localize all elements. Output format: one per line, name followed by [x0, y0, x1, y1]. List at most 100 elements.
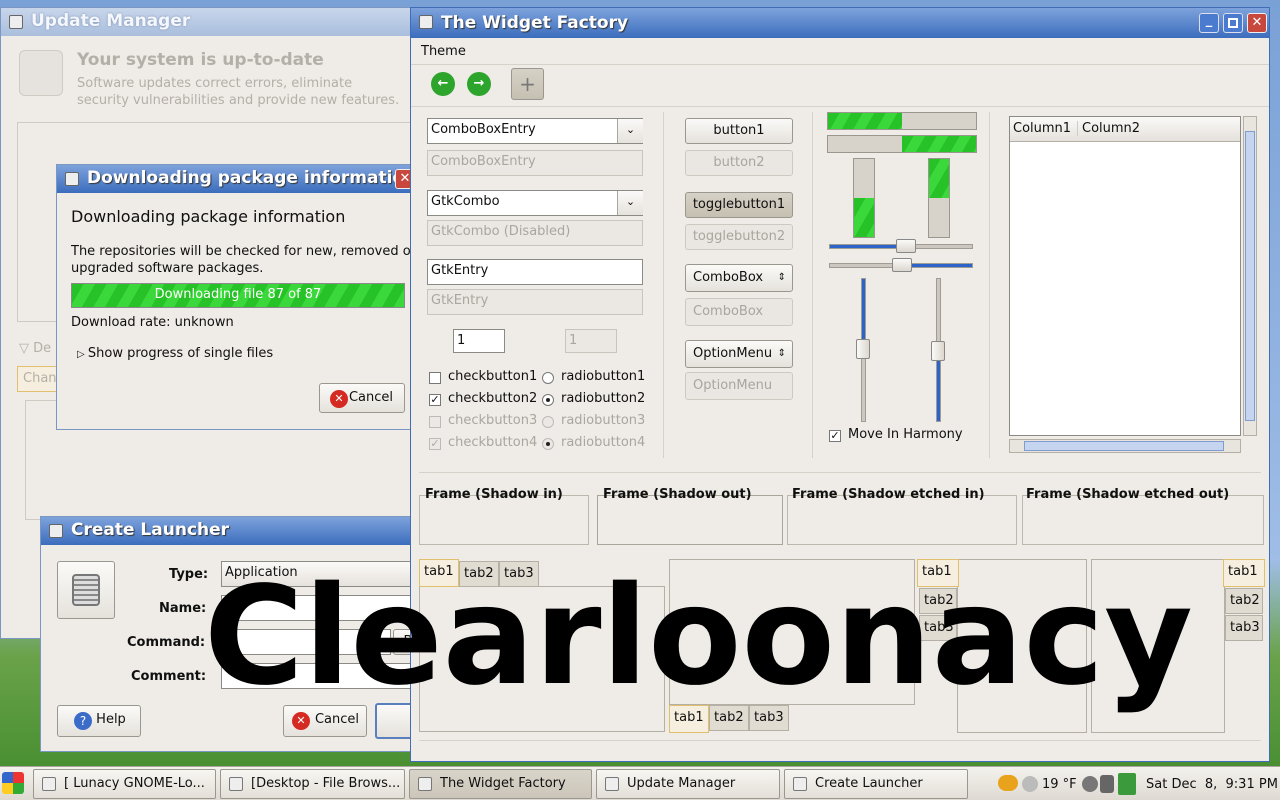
taskbar-item-create-launcher[interactable]: Create Launcher [784, 769, 968, 799]
help-button[interactable]: ? Help [57, 705, 141, 737]
maximize-button[interactable] [1223, 13, 1243, 33]
spinbutton-disabled: 1 [565, 329, 617, 353]
combobox-updown-icon: ⇕ [777, 272, 786, 283]
details-expander[interactable]: ▽ De [19, 341, 51, 356]
download-desc-line2: upgraded software packages. [71, 261, 264, 276]
vscale-2[interactable] [931, 278, 945, 422]
taskbar-item-lunacy[interactable]: [ Lunacy GNOME-Lo... [33, 769, 216, 799]
back-arrow-icon[interactable]: ← [431, 72, 455, 96]
comboboxentry[interactable]: ComboBoxEntry [427, 118, 643, 144]
vscale-1[interactable] [856, 278, 870, 422]
forward-arrow-icon[interactable]: → [467, 72, 491, 96]
vscale-1-slider[interactable] [856, 339, 870, 359]
hscale-2[interactable] [829, 258, 973, 272]
command-label: Command: [127, 635, 206, 650]
tree-view[interactable]: Column1 Column2 [1009, 116, 1241, 436]
progress-horizontal-1-fill [828, 113, 902, 129]
widget-factory-title: The Widget Factory [441, 13, 629, 33]
minimize-button[interactable]: _ [1199, 13, 1219, 33]
notebook-right-tab1[interactable]: tab1 [1223, 559, 1265, 587]
start-menu-icon[interactable] [2, 772, 24, 794]
toolbar-bottom-separator [411, 106, 1269, 107]
radiobutton3-circle [542, 416, 554, 428]
download-progress-bar: Downloading file 87 of 87 [71, 283, 405, 308]
taskbar-item-desktop[interactable]: [Desktop - File Brows... [220, 769, 405, 799]
hscale-2-unfilled [830, 264, 901, 267]
volume-icon[interactable] [1100, 775, 1114, 793]
toolbar-separator [411, 64, 1269, 65]
frame-etched-in [787, 495, 1017, 545]
hscale-2-slider[interactable] [892, 258, 912, 272]
network-icon[interactable] [1082, 776, 1098, 792]
window-menu-icon[interactable] [419, 15, 433, 29]
overlay-watermark-text: Clearloonacy [204, 558, 1193, 716]
keys-icon[interactable] [998, 775, 1018, 791]
optionmenu-label: OptionMenu [693, 346, 773, 361]
move-in-harmony-checkbox[interactable]: ✓ [829, 430, 841, 442]
radiobutton1-circle[interactable] [542, 372, 554, 384]
launcher-icon [49, 524, 63, 538]
tree-vscroll-thumb[interactable] [1245, 131, 1255, 421]
widget-factory-titlebar[interactable]: The Widget Factory [411, 8, 1269, 38]
download-dialog-titlebar[interactable]: Downloading package informatio [57, 165, 419, 193]
clock[interactable]: Sat Dec 8, 9:31 PM [1146, 777, 1278, 792]
combobox[interactable]: ComboBox ⇕ [685, 264, 793, 292]
notebook-right-tab2[interactable]: tab2 [1225, 588, 1263, 614]
gtkcombo-disabled: GtkCombo (Disabled) [427, 220, 643, 246]
tree-column1-header[interactable]: Column1 [1013, 121, 1079, 136]
togglebutton1[interactable]: togglebutton1 [685, 192, 793, 218]
frame-etched-out-label: Frame (Shadow etched out) [1026, 487, 1230, 502]
tree-vscrollbar[interactable] [1243, 116, 1257, 436]
progress-vertical-1 [853, 158, 875, 238]
gtkentry-disabled: GtkEntry [427, 289, 643, 315]
hscale-1-slider[interactable] [896, 239, 916, 253]
download-dialog: Downloading package informatio ✕ Downloa… [56, 164, 420, 430]
package-icon [19, 50, 63, 96]
update-manager-titlebar[interactable]: Update Manager [1, 8, 419, 36]
checkbutton2-box[interactable]: ✓ [429, 394, 441, 406]
frame-shadow-out-label: Frame (Shadow out) [603, 487, 752, 502]
cancel-button[interactable]: ✕ Cancel [319, 383, 405, 413]
gtkcombo-arrow-icon[interactable]: ⌄ [617, 191, 643, 215]
weather-icon[interactable] [1022, 776, 1038, 792]
section-separator [419, 472, 1261, 473]
folder-icon [229, 777, 243, 791]
togglebutton2: togglebutton2 [685, 224, 793, 250]
hscale-1[interactable] [829, 239, 973, 253]
comboboxentry-arrow-icon[interactable]: ⌄ [617, 119, 643, 143]
radiobutton1-label: radiobutton1 [561, 369, 646, 384]
add-toggle-button[interactable]: + [511, 68, 544, 100]
taskbar-item-update-manager[interactable]: Update Manager [596, 769, 780, 799]
menu-theme[interactable]: Theme [421, 44, 466, 59]
tree-hscrollbar[interactable] [1009, 439, 1241, 453]
single-files-expander[interactable]: ▷ Show progress of single files [77, 346, 273, 361]
spinbutton[interactable]: 1 [453, 329, 505, 353]
create-launcher-titlebar[interactable]: Create Launcher [41, 517, 419, 545]
checkbutton1-label: checkbutton1 [448, 369, 538, 384]
update-icon [605, 777, 619, 791]
status-desc-line2: security vulnerabilities and provide new… [77, 93, 400, 108]
checkbutton1-box[interactable] [429, 372, 441, 384]
radiobutton2-circle[interactable] [542, 394, 554, 406]
gtkentry[interactable]: GtkEntry [427, 259, 643, 285]
vscale-2-slider[interactable] [931, 341, 945, 361]
details-label: De [33, 341, 52, 356]
button1[interactable]: button1 [685, 118, 793, 144]
notebook-right-tab3[interactable]: tab3 [1225, 615, 1263, 641]
column-separator-3 [989, 112, 990, 458]
launcher-icon-button[interactable] [57, 561, 115, 619]
gtkcombo[interactable]: GtkCombo [427, 190, 643, 216]
trash-icon[interactable] [1118, 773, 1136, 795]
taskbar-item-widget-factory[interactable]: The Widget Factory [409, 769, 592, 799]
tree-hscroll-thumb[interactable] [1024, 441, 1224, 451]
tree-column2-header[interactable]: Column2 [1082, 121, 1140, 136]
expander-down-icon: ▽ [19, 341, 34, 356]
expander-right-icon: ▷ [77, 349, 88, 360]
window-icon [418, 777, 432, 791]
launcher-icon [793, 777, 807, 791]
move-in-harmony-label: Move In Harmony [848, 427, 963, 442]
window-close-button[interactable]: ✕ [1247, 13, 1267, 33]
optionmenu[interactable]: OptionMenu ⇕ [685, 340, 793, 368]
download-progress-text: Downloading file 87 of 87 [154, 287, 322, 302]
temperature-readout[interactable]: 19 °F [1042, 777, 1077, 792]
